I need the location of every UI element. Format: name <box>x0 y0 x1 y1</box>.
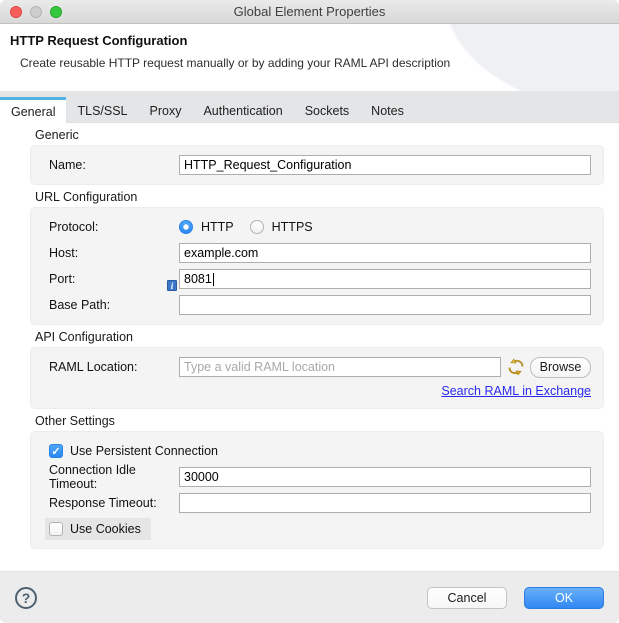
base-path-row: Base Path: <box>49 292 591 318</box>
tab-general[interactable]: General <box>0 97 67 123</box>
base-path-input[interactable] <box>179 295 591 315</box>
port-input[interactable]: 8081 <box>179 269 591 289</box>
info-icon: i <box>167 280 177 291</box>
window-title: Global Element Properties <box>233 4 386 19</box>
use-cookies-row: Use Cookies <box>45 516 591 542</box>
section-title-api-configuration: API Configuration <box>35 330 133 344</box>
tab-notes[interactable]: Notes <box>360 97 415 122</box>
other-settings-groupbox: ✓ Use Persistent Connection Connection I… <box>30 431 604 549</box>
page-title: HTTP Request Configuration <box>10 33 188 48</box>
port-input-wrapper: i 8081 <box>167 269 591 291</box>
browse-button[interactable]: Browse <box>530 356 591 378</box>
use-cookies-label: Use Cookies <box>70 522 141 536</box>
use-cookies-focus-highlight: Use Cookies <box>45 518 151 540</box>
name-input[interactable] <box>179 155 591 175</box>
port-value: 8081 <box>184 272 212 286</box>
tab-authentication[interactable]: Authentication <box>192 97 293 122</box>
response-timeout-input[interactable] <box>179 493 591 513</box>
radio-https[interactable] <box>249 220 264 234</box>
dialog-header: HTTP Request Configuration Create reusab… <box>0 24 619 91</box>
use-cookies-checkbox[interactable] <box>49 522 63 536</box>
exchange-link-row: Search RAML in Exchange <box>49 380 591 402</box>
use-persistent-connection-checkbox[interactable]: ✓ <box>49 444 63 458</box>
protocol-row: Protocol: HTTP HTTPS <box>49 214 591 240</box>
raml-location-label: RAML Location: <box>49 360 138 374</box>
connection-idle-timeout-row: Connection Idle Timeout: <box>49 463 591 491</box>
global-element-properties-dialog: Global Element Properties HTTP Request C… <box>0 0 619 623</box>
protocol-label: Protocol: <box>49 220 99 234</box>
ok-button[interactable]: OK <box>524 586 604 609</box>
host-row: Host: <box>49 240 591 266</box>
name-label: Name: <box>49 158 86 172</box>
radio-https-label: HTTPS <box>271 220 313 234</box>
connection-idle-timeout-label: Connection Idle Timeout: <box>49 463 136 491</box>
close-window-icon[interactable] <box>10 6 22 18</box>
zoom-window-icon[interactable] <box>50 6 62 18</box>
generic-groupbox: Name: <box>30 145 604 185</box>
url-configuration-groupbox: Protocol: HTTP HTTPS Host: Port: i 8081 <box>30 207 604 325</box>
section-title-url-configuration: URL Configuration <box>35 190 138 204</box>
radio-http-label: HTTP <box>201 220 234 234</box>
tab-tls-ssl[interactable]: TLS/SSL <box>66 97 138 122</box>
response-timeout-label: Response Timeout: <box>49 496 157 510</box>
page-subtitle: Create reusable HTTP request manually or… <box>20 56 451 70</box>
dialog-footer: ? Cancel OK <box>0 571 619 623</box>
tab-sockets[interactable]: Sockets <box>294 97 360 122</box>
tab-proxy[interactable]: Proxy <box>139 97 193 122</box>
section-title-other-settings: Other Settings <box>35 414 115 428</box>
general-tab-content: Generic Name: URL Configuration Protocol… <box>0 123 619 571</box>
port-row: Port: i 8081 <box>49 266 591 292</box>
section-title-generic: Generic <box>35 128 79 142</box>
traffic-lights <box>10 6 62 18</box>
base-path-label: Base Path: <box>49 298 111 312</box>
use-persistent-connection-row: ✓ Use Persistent Connection <box>49 438 591 464</box>
connection-idle-timeout-input[interactable] <box>179 467 591 487</box>
help-icon[interactable]: ? <box>15 586 37 609</box>
host-label: Host: <box>49 246 79 260</box>
raml-location-input[interactable] <box>179 357 501 377</box>
use-persistent-connection-label: Use Persistent Connection <box>70 444 218 458</box>
radio-http[interactable] <box>179 220 193 234</box>
cancel-button[interactable]: Cancel <box>427 586 507 609</box>
response-timeout-row: Response Timeout: <box>49 490 591 516</box>
tab-bar: General TLS/SSL Proxy Authentication Soc… <box>0 91 619 123</box>
name-field-row: Name: <box>49 152 591 178</box>
api-configuration-groupbox: RAML Location: Browse Search RAML in Exc… <box>30 347 604 409</box>
protocol-radio-group: HTTP HTTPS <box>179 220 321 234</box>
titlebar: Global Element Properties <box>0 0 619 24</box>
minimize-window-icon[interactable] <box>30 6 42 18</box>
text-cursor <box>212 272 214 286</box>
port-label: Port: <box>49 272 76 286</box>
host-input[interactable] <box>179 243 591 263</box>
search-raml-in-exchange-link[interactable]: Search RAML in Exchange <box>441 384 591 398</box>
raml-location-row: RAML Location: Browse <box>49 354 591 380</box>
sync-arrows-icon <box>507 358 526 376</box>
